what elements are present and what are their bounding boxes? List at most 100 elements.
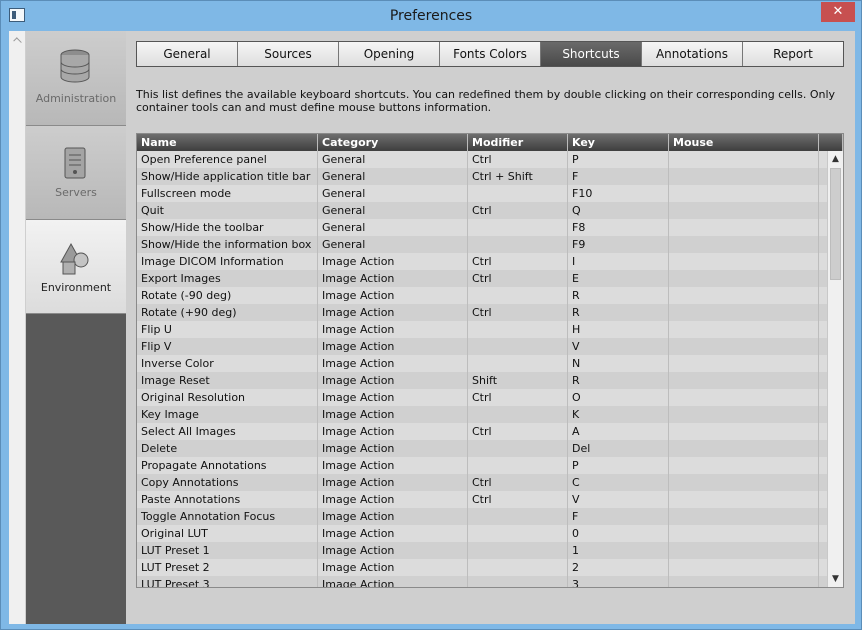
category-cell[interactable]: Image Action (318, 423, 468, 440)
table-row[interactable]: Original Resolution Image Action Ctrl O (137, 389, 827, 406)
name-cell[interactable]: Show/Hide the toolbar (137, 219, 318, 236)
category-cell[interactable]: Image Action (318, 355, 468, 372)
table-row[interactable]: Quit General Ctrl Q (137, 202, 827, 219)
mouse-cell[interactable] (669, 287, 819, 304)
mouse-cell[interactable] (669, 406, 819, 423)
name-cell[interactable]: Original LUT (137, 525, 318, 542)
table-row[interactable]: LUT Preset 1 Image Action 1 (137, 542, 827, 559)
modifier-cell[interactable] (468, 457, 568, 474)
mouse-cell[interactable] (669, 542, 819, 559)
modifier-cell[interactable] (468, 508, 568, 525)
name-cell[interactable]: Fullscreen mode (137, 185, 318, 202)
mouse-cell[interactable] (669, 219, 819, 236)
name-cell[interactable]: Show/Hide the information box (137, 236, 318, 253)
name-cell[interactable]: Flip U (137, 321, 318, 338)
name-cell[interactable]: Image Reset (137, 372, 318, 389)
name-cell[interactable]: LUT Preset 1 (137, 542, 318, 559)
table-row[interactable]: Delete Image Action Del (137, 440, 827, 457)
key-cell[interactable]: H (568, 321, 669, 338)
modifier-cell[interactable]: Ctrl (468, 423, 568, 440)
mouse-cell[interactable] (669, 236, 819, 253)
name-cell[interactable]: Original Resolution (137, 389, 318, 406)
mouse-cell[interactable] (669, 321, 819, 338)
category-cell[interactable]: Image Action (318, 389, 468, 406)
table-row[interactable]: Select All Images Image Action Ctrl A (137, 423, 827, 440)
key-cell[interactable]: K (568, 406, 669, 423)
mouse-cell[interactable] (669, 457, 819, 474)
modifier-cell[interactable]: Ctrl (468, 202, 568, 219)
key-cell[interactable]: P (568, 457, 669, 474)
name-cell[interactable]: Open Preference panel (137, 151, 318, 168)
mouse-cell[interactable] (669, 202, 819, 219)
table-row[interactable]: Key Image Image Action K (137, 406, 827, 423)
modifier-cell[interactable] (468, 559, 568, 576)
mouse-cell[interactable] (669, 338, 819, 355)
category-cell[interactable]: Image Action (318, 338, 468, 355)
mouse-cell[interactable] (669, 253, 819, 270)
table-row[interactable]: Image DICOM Information Image Action Ctrl I (137, 253, 827, 270)
modifier-cell[interactable]: Ctrl (468, 151, 568, 168)
category-cell[interactable]: Image Action (318, 270, 468, 287)
key-cell[interactable]: I (568, 253, 669, 270)
name-cell[interactable]: Export Images (137, 270, 318, 287)
table-row[interactable]: Rotate (-90 deg) Image Action R (137, 287, 827, 304)
scroll-up-arrow-icon[interactable]: ▲ (828, 151, 843, 167)
table-row[interactable]: LUT Preset 2 Image Action 2 (137, 559, 827, 576)
column-header-name[interactable]: Name (137, 134, 318, 151)
sidebar-item-administration[interactable]: Administration (26, 31, 126, 126)
mouse-cell[interactable] (669, 525, 819, 542)
tab-general[interactable]: General (137, 42, 238, 66)
modifier-cell[interactable]: Ctrl (468, 304, 568, 321)
category-cell[interactable]: Image Action (318, 576, 468, 587)
table-row[interactable]: Propagate Annotations Image Action P (137, 457, 827, 474)
sidebar-item-servers[interactable]: Servers (26, 126, 126, 220)
tab-opening[interactable]: Opening (339, 42, 440, 66)
modifier-cell[interactable] (468, 185, 568, 202)
table-row[interactable]: Show/Hide the toolbar General F8 (137, 219, 827, 236)
name-cell[interactable]: LUT Preset 3 (137, 576, 318, 587)
name-cell[interactable]: Show/Hide application title bar (137, 168, 318, 185)
key-cell[interactable]: N (568, 355, 669, 372)
modifier-cell[interactable]: Shift (468, 372, 568, 389)
name-cell[interactable]: LUT Preset 2 (137, 559, 318, 576)
table-row[interactable]: Show/Hide the information box General F9 (137, 236, 827, 253)
name-cell[interactable]: Flip V (137, 338, 318, 355)
table-row[interactable]: Inverse Color Image Action N (137, 355, 827, 372)
key-cell[interactable]: F (568, 508, 669, 525)
table-row[interactable]: Toggle Annotation Focus Image Action F (137, 508, 827, 525)
modifier-cell[interactable] (468, 542, 568, 559)
category-cell[interactable]: Image Action (318, 287, 468, 304)
mouse-cell[interactable] (669, 559, 819, 576)
column-header-key[interactable]: Key (568, 134, 669, 151)
modifier-cell[interactable] (468, 576, 568, 587)
key-cell[interactable]: E (568, 270, 669, 287)
modifier-cell[interactable] (468, 355, 568, 372)
key-cell[interactable]: Q (568, 202, 669, 219)
mouse-cell[interactable] (669, 491, 819, 508)
table-row[interactable]: Image Reset Image Action Shift R (137, 372, 827, 389)
category-cell[interactable]: Image Action (318, 508, 468, 525)
key-cell[interactable]: F10 (568, 185, 669, 202)
category-cell[interactable]: General (318, 219, 468, 236)
name-cell[interactable]: Toggle Annotation Focus (137, 508, 318, 525)
mouse-cell[interactable] (669, 372, 819, 389)
table-row[interactable]: Export Images Image Action Ctrl E (137, 270, 827, 287)
key-cell[interactable]: V (568, 338, 669, 355)
table-row[interactable]: Paste Annotations Image Action Ctrl V (137, 491, 827, 508)
modifier-cell[interactable] (468, 321, 568, 338)
table-row[interactable]: Original LUT Image Action 0 (137, 525, 827, 542)
key-cell[interactable]: F8 (568, 219, 669, 236)
category-cell[interactable]: Image Action (318, 474, 468, 491)
table-row[interactable]: Flip U Image Action H (137, 321, 827, 338)
key-cell[interactable]: C (568, 474, 669, 491)
table-row[interactable]: Rotate (+90 deg) Image Action Ctrl R (137, 304, 827, 321)
modifier-cell[interactable] (468, 525, 568, 542)
tab-report[interactable]: Report (743, 42, 843, 66)
category-cell[interactable]: Image Action (318, 321, 468, 338)
name-cell[interactable]: Select All Images (137, 423, 318, 440)
mouse-cell[interactable] (669, 168, 819, 185)
tab-fonts-colors[interactable]: Fonts Colors (440, 42, 541, 66)
column-header-mouse[interactable]: Mouse (669, 134, 819, 151)
modifier-cell[interactable] (468, 219, 568, 236)
tab-annotations[interactable]: Annotations (642, 42, 743, 66)
